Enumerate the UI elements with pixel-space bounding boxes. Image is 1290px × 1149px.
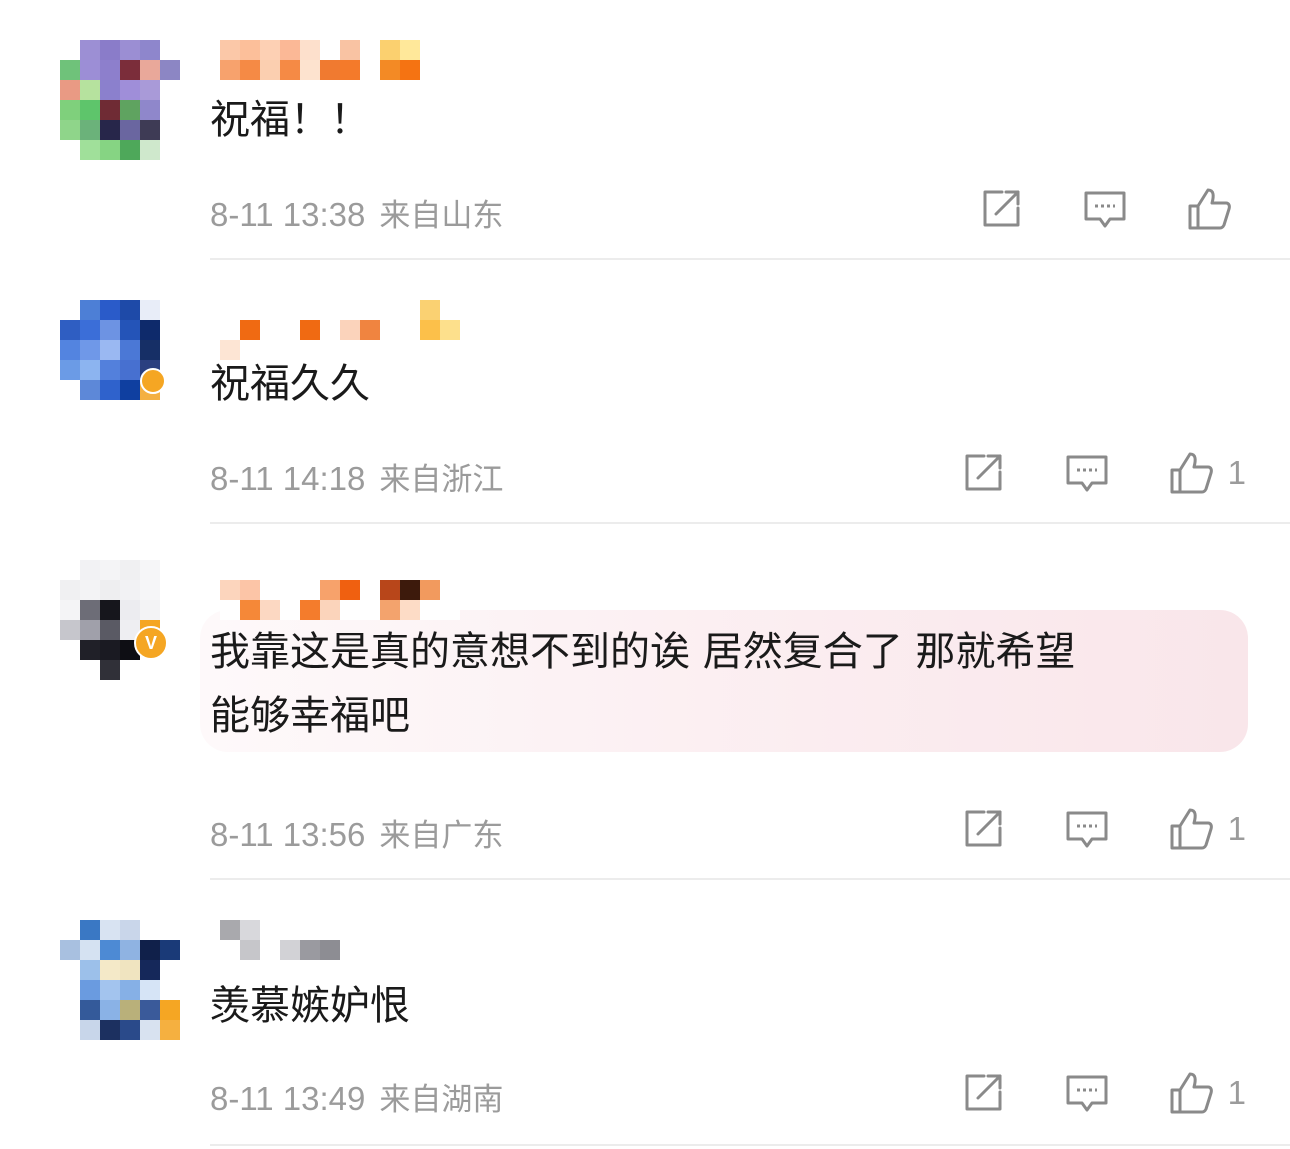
avatar[interactable] — [60, 40, 180, 160]
comment-location: 来自浙江 — [379, 462, 504, 498]
username-pixelated[interactable] — [220, 920, 460, 960]
reply-icon — [1066, 811, 1108, 848]
reply-icon — [1066, 1075, 1108, 1112]
like-button[interactable]: 1 — [1168, 806, 1246, 852]
username-pixelated[interactable] — [220, 300, 460, 360]
avatar[interactable] — [60, 920, 180, 1040]
comment-meta: 8-11 14:18 来自浙江 — [210, 454, 503, 499]
like-icon — [1170, 452, 1213, 494]
comment-actions — [920, 184, 1246, 234]
comment-meta: 8-11 13:56 来自广东 — [210, 810, 503, 855]
comment-text-line1: 我靠这是真的意想不到的诶 居然复合了 那就希望 — [210, 629, 1076, 675]
divider — [210, 878, 1290, 880]
comment-meta: 8-11 13:38 来自山东 — [210, 190, 503, 235]
verified-badge-icon: V — [134, 626, 168, 660]
share-icon — [965, 810, 1002, 847]
comment-text-line2: 能够幸福吧 — [210, 693, 410, 739]
share-button[interactable] — [960, 1070, 1006, 1116]
avatar-pixelated — [60, 560, 180, 680]
comment-text: 羡慕嫉妒恨 — [210, 983, 410, 1029]
avatar-pixelated — [60, 300, 180, 420]
comment-actions: 1 — [902, 804, 1246, 854]
reply-icon — [1084, 191, 1126, 228]
reply-button[interactable] — [1064, 1070, 1110, 1116]
comment-time: 8-11 13:56 — [210, 816, 366, 853]
comment-time: 8-11 13:49 — [210, 1080, 366, 1117]
comment-location: 来自广东 — [379, 818, 504, 854]
like-button[interactable] — [1186, 186, 1246, 232]
comment-actions: 1 — [902, 1068, 1246, 1118]
avatar-pixelated — [60, 40, 180, 160]
like-icon — [1170, 1072, 1213, 1114]
comment-time: 8-11 14:18 — [210, 460, 366, 497]
share-button[interactable] — [960, 450, 1006, 496]
share-icon — [965, 454, 1002, 491]
comment-item: 祝福！！ 8-11 13:38 来自山东 — [0, 40, 1290, 262]
username-pixelated[interactable] — [220, 580, 460, 620]
like-icon — [1170, 808, 1213, 850]
divider — [210, 258, 1290, 260]
share-icon — [965, 1074, 1002, 1111]
divider — [210, 1144, 1290, 1146]
comment-meta: 8-11 13:49 来自湖南 — [210, 1074, 503, 1119]
avatar-pixelated — [60, 920, 180, 1040]
like-count: 1 — [1227, 454, 1246, 491]
reply-icon — [1066, 455, 1108, 492]
like-count: 1 — [1227, 810, 1246, 847]
verified-badge-icon — [140, 368, 166, 394]
like-button[interactable]: 1 — [1168, 450, 1246, 496]
share-button[interactable] — [960, 806, 1006, 852]
comment-actions: 1 — [902, 448, 1246, 498]
share-icon — [983, 190, 1020, 227]
reply-button[interactable] — [1082, 186, 1128, 232]
comment-text: 祝福久久 — [210, 361, 370, 407]
comment-item: V 我靠这是真的意想不到的诶 居然复合了 那就希望 能够幸福吧 8-11 13:… — [0, 560, 1290, 882]
divider — [210, 522, 1290, 524]
share-button[interactable] — [978, 186, 1024, 232]
like-count: 1 — [1227, 1074, 1246, 1111]
like-icon — [1188, 188, 1231, 230]
username-pixelated[interactable] — [220, 40, 460, 80]
avatar[interactable]: V — [60, 560, 180, 680]
comment-text: 祝福！！ — [210, 97, 370, 143]
comment-item: 祝福久久 8-11 14:18 来自浙江 1 — [0, 300, 1290, 524]
reply-button[interactable] — [1064, 450, 1110, 496]
reply-button[interactable] — [1064, 806, 1110, 852]
comment-location: 来自山东 — [379, 198, 504, 234]
comment-location: 来自湖南 — [379, 1082, 504, 1118]
comment-time: 8-11 13:38 — [210, 196, 366, 233]
avatar[interactable] — [60, 300, 180, 420]
like-button[interactable]: 1 — [1168, 1070, 1246, 1116]
comment-item: 羡慕嫉妒恨 8-11 13:49 来自湖南 1 — [0, 920, 1290, 1149]
